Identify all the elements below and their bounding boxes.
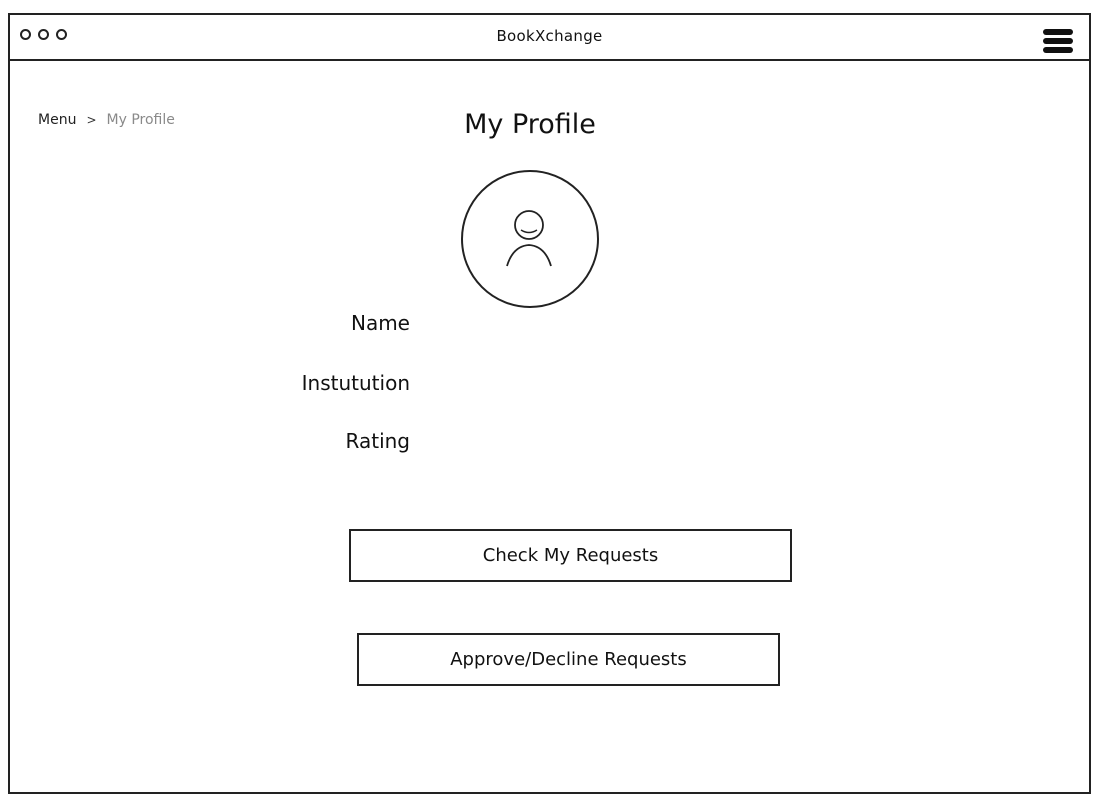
breadcrumb-current: My Profile — [106, 112, 175, 128]
browser-window: BookXchange Menu > My Profile My Profile… — [8, 13, 1091, 794]
breadcrumb-menu-link[interactable]: Menu — [38, 112, 76, 128]
app-title: BookXchange — [496, 27, 603, 45]
page-title: My Profile — [464, 109, 596, 140]
breadcrumb-separator: > — [86, 113, 97, 127]
hamburger-menu-icon[interactable] — [1043, 29, 1073, 55]
user-icon — [506, 210, 552, 267]
name-label: Name — [350, 311, 410, 335]
avatar — [461, 170, 599, 308]
breadcrumb: Menu > My Profile — [38, 112, 175, 128]
check-my-requests-button[interactable]: Check My Requests — [349, 529, 792, 582]
rating-label: Rating — [345, 429, 410, 453]
approve-decline-requests-button[interactable]: Approve/Decline Requests — [357, 633, 780, 686]
institution-label: Instutution — [301, 371, 410, 395]
title-bar: BookXchange — [10, 15, 1089, 61]
